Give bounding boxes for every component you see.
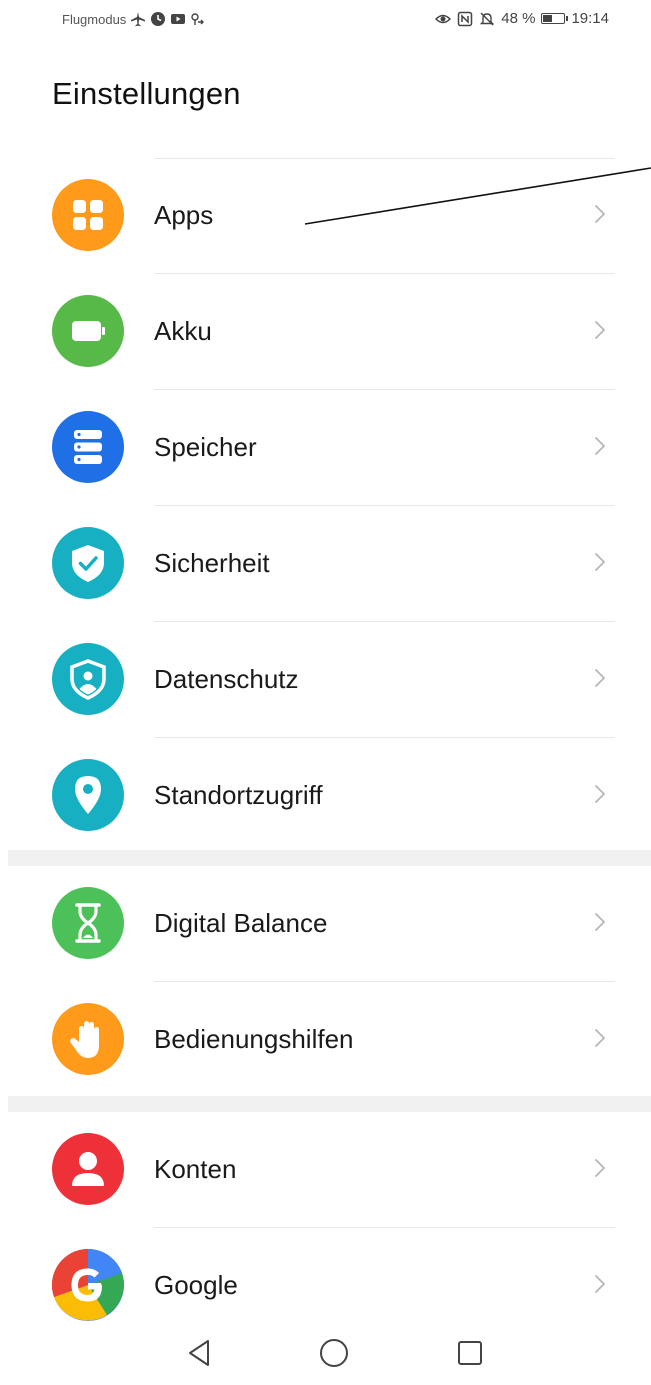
settings-item-digital-balance[interactable]: Digital Balance	[0, 866, 651, 981]
settings-item-label: Digital Balance	[154, 908, 328, 938]
airplane-mode-label: Flugmodus	[62, 11, 127, 27]
settings-item-label: Sicherheit	[154, 548, 270, 578]
settings-item-sicherheit[interactable]: Sicherheit	[0, 506, 651, 621]
settings-item-label: Standortzugriff	[154, 780, 323, 810]
chevron-right-icon	[593, 780, 607, 808]
hand-icon	[52, 1003, 124, 1075]
nfc-icon	[458, 11, 473, 26]
battery-icon	[52, 295, 124, 367]
page-title: Einstellungen	[52, 76, 241, 111]
clock-time: 19:14	[571, 10, 609, 27]
settings-item-datenschutz[interactable]: Datenschutz	[0, 622, 651, 737]
settings-group-wellbeing: Digital Balance Bedienungshilfen	[0, 866, 651, 1097]
settings-item-akku[interactable]: Akku	[0, 274, 651, 389]
hourglass-icon	[52, 887, 124, 959]
settings-item-apps[interactable]: Apps	[0, 158, 651, 273]
privacy-shield-icon	[52, 643, 124, 715]
settings-screen: Flugmodus 48 % 19:14 Einstellungen Apps …	[0, 0, 651, 1385]
eye-icon	[435, 14, 452, 23]
settings-item-label: Datenschutz	[154, 664, 299, 694]
settings-item-standortzugriff[interactable]: Standortzugriff	[0, 738, 651, 853]
airplane-icon	[131, 12, 146, 27]
location-pin-icon	[52, 759, 124, 831]
battery-percent: 48 %	[501, 10, 536, 27]
settings-item-konten[interactable]: Konten	[0, 1112, 651, 1227]
battery-level	[543, 15, 553, 22]
link-icon	[191, 13, 205, 25]
recents-icon[interactable]	[452, 1335, 488, 1371]
status-left: Flugmodus	[62, 11, 206, 27]
settings-item-label: Akku	[154, 316, 212, 346]
person-icon	[52, 1133, 124, 1205]
chevron-right-icon	[593, 548, 607, 576]
home-icon[interactable]	[316, 1335, 352, 1371]
settings-item-label: Speicher	[154, 432, 257, 462]
status-bar: Flugmodus 48 % 19:14	[0, 0, 651, 44]
chevron-right-icon	[593, 316, 607, 344]
status-right: 48 % 19:14	[435, 10, 609, 27]
media-icon	[171, 14, 186, 24]
shield-check-icon	[52, 527, 124, 599]
settings-group-security: Apps Akku Speicher Sicherheit Datenschutz Sta…	[0, 158, 651, 853]
section-separator	[8, 1096, 651, 1112]
back-icon[interactable]	[182, 1335, 218, 1371]
settings-item-bedienungshilfen[interactable]: Bedienungshilfen	[0, 982, 651, 1097]
mute-icon	[480, 12, 495, 25]
chevron-right-icon	[593, 1154, 607, 1182]
chevron-right-icon	[593, 908, 607, 936]
settings-item-label: Konten	[154, 1154, 237, 1184]
chevron-right-icon	[593, 1024, 607, 1052]
google-icon	[52, 1249, 124, 1321]
chevron-right-icon	[593, 200, 607, 228]
settings-item-label: Apps	[154, 200, 214, 230]
section-separator	[8, 850, 651, 866]
battery-icon	[541, 13, 569, 24]
chevron-right-icon	[593, 432, 607, 460]
apps-icon	[52, 179, 124, 251]
settings-item-speicher[interactable]: Speicher	[0, 390, 651, 505]
chevron-right-icon	[593, 1270, 607, 1298]
storage-icon	[52, 411, 124, 483]
navigation-bar	[0, 1325, 651, 1385]
settings-group-accounts: Konten Google	[0, 1112, 651, 1343]
settings-item-label: Google	[154, 1270, 238, 1300]
clock-icon	[151, 12, 166, 26]
chevron-right-icon	[593, 664, 607, 692]
settings-item-label: Bedienungshilfen	[154, 1024, 354, 1054]
